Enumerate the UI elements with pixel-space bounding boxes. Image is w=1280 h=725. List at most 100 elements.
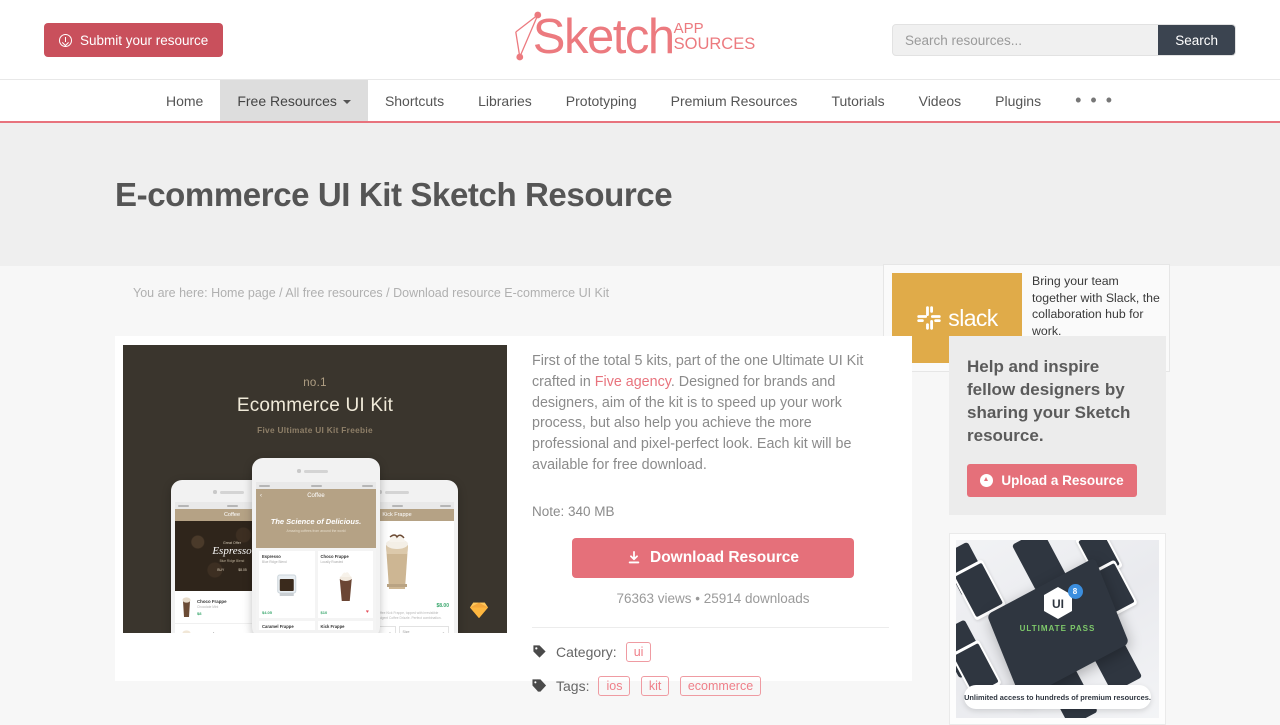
- item-sub: Chocolate Mint: [197, 604, 219, 609]
- camera-icon: [213, 490, 217, 494]
- status-bar: [256, 482, 376, 489]
- preview-subtitle: Five Ultimate UI Kit Freebie: [257, 425, 373, 435]
- logo-wordmark-wrap: Sketch: [515, 8, 675, 66]
- search-bar[interactable]: Search: [892, 24, 1236, 56]
- sketch-constellation-icon: [515, 11, 542, 61]
- five-agency-link[interactable]: Five agency: [595, 374, 671, 390]
- nav-item-shortcuts[interactable]: Shortcuts: [368, 80, 461, 121]
- nav-item-videos[interactable]: Videos: [902, 80, 979, 121]
- offer-title: Espresso: [212, 544, 252, 557]
- tag-pill-ios[interactable]: ios: [598, 675, 631, 696]
- category-pill-ui[interactable]: ui: [625, 641, 652, 662]
- nav-label: Tutorials: [831, 92, 885, 109]
- nav-item-free-resources[interactable]: Free Resources: [220, 80, 368, 121]
- nav-label: Prototyping: [565, 92, 637, 109]
- ultimate-pass-title: ULTIMATE PASS: [1019, 624, 1096, 633]
- camera-icon: [297, 469, 301, 473]
- nav-items: Home Free Resources Shortcuts Libraries …: [149, 80, 1131, 121]
- grid-item: Espresso Blue Ridge Blend $4.05: [259, 551, 315, 618]
- item-name: Caramel Frappe: [197, 632, 230, 634]
- item-name: Kick Frappe: [320, 624, 345, 629]
- list-item-text: Choco Frappe Chocolate Mint $8: [197, 599, 227, 616]
- nav-item-plugins[interactable]: Plugins: [978, 80, 1058, 121]
- phone-right-nav-title: Kick Frappe: [382, 512, 412, 518]
- phone-screen-center: ‹ Coffee The Science of Delicious. Amazi…: [256, 482, 376, 630]
- resource-card: no.1 Ecommerce UI Kit Five Ultimate UI K…: [115, 336, 912, 696]
- upload-resource-button[interactable]: Upload a Resource: [967, 464, 1137, 497]
- speaker-icon: [304, 470, 328, 473]
- phone-left-nav-title: Coffee: [223, 512, 241, 518]
- download-circle-icon: [59, 33, 72, 47]
- item-name: Choco Frappe: [320, 554, 349, 559]
- nav-label: Premium Resources: [670, 92, 798, 109]
- resource-note: Note: 340 MB: [532, 503, 615, 519]
- nav-more-icon[interactable]: • • •: [1058, 80, 1131, 121]
- tag-pill-ecommerce[interactable]: ecommerce: [679, 675, 762, 696]
- category-row: Category: ui: [532, 641, 892, 662]
- search-button[interactable]: Search: [1158, 25, 1235, 55]
- nav-item-prototyping[interactable]: Prototyping: [549, 80, 654, 121]
- site-logo[interactable]: Sketch APP SOURCES: [515, 8, 756, 70]
- sketch-diamond-icon: [470, 602, 488, 619]
- preview-number: no.1: [303, 377, 327, 389]
- tag-icon: [533, 645, 546, 658]
- frappe-icon: [386, 534, 408, 589]
- breadcrumb[interactable]: You are here: Home page / All free resou…: [133, 286, 609, 300]
- resource-details: First of the total 5 kits, part of the o…: [532, 351, 892, 696]
- speaker-icon: [385, 491, 409, 494]
- page-title: E-commerce UI Kit Sketch Resource: [115, 176, 673, 213]
- list-item-text: Caramel Frappe Decaf Colombia $7.05: [197, 632, 230, 634]
- nav-label: Libraries: [478, 92, 532, 109]
- section-divider: [532, 626, 889, 628]
- speaker-icon: [220, 491, 244, 494]
- resource-description: First of the total 5 kits, part of the o…: [532, 351, 892, 476]
- item-price: $10: [320, 610, 328, 615]
- nav-item-premium-resources[interactable]: Premium Resources: [654, 80, 815, 121]
- battery-icon: [440, 504, 451, 507]
- product-grid: Espresso Blue Ridge Blend $4.05 Choco Fr…: [256, 548, 376, 630]
- search-input[interactable]: [893, 25, 1159, 55]
- tags-row: Tags: ios kit ecommerce: [532, 675, 892, 696]
- tags-label: Tags:: [556, 677, 590, 694]
- espresso-icon: [277, 574, 297, 596]
- frappe-icon: [339, 572, 352, 601]
- nav-item-libraries[interactable]: Libraries: [461, 80, 549, 121]
- upload-circle-icon: [980, 474, 994, 487]
- battery-icon: [362, 484, 373, 487]
- nav-label: Plugins: [995, 92, 1042, 109]
- download-resource-label: Download Resource: [650, 548, 799, 566]
- offer-buy-button: BUY: [217, 567, 225, 572]
- nav-item-home[interactable]: Home: [149, 80, 220, 121]
- drink-icon: [182, 597, 191, 617]
- ultimate-pass-caption: Unlimited access to hundreds of premium …: [964, 685, 1151, 709]
- signal-icon: [259, 484, 270, 487]
- item-name: Espresso: [262, 554, 281, 559]
- chevron-down-icon: ⌄: [388, 629, 392, 634]
- item-price: $8: [197, 610, 202, 616]
- chevron-down-icon: [342, 99, 351, 104]
- product-price: $8.00: [436, 603, 449, 609]
- svg-text:UI: UI: [1052, 597, 1064, 611]
- size-select: Size ⌄: [398, 626, 449, 634]
- favorite-icon: ♥: [366, 609, 369, 615]
- clock-text: [226, 504, 238, 507]
- tag-pill-kit[interactable]: kit: [640, 675, 670, 696]
- nav-item-tutorials[interactable]: Tutorials: [814, 80, 901, 121]
- nav-label: Videos: [918, 92, 962, 109]
- clock-text: [310, 484, 322, 487]
- chevron-down-icon: ⌄: [441, 629, 445, 634]
- submit-resource-button[interactable]: Submit your resource: [44, 23, 224, 57]
- ultimate-pass-promo[interactable]: UI 8 ULTIMATE PASS Unlimited access to h…: [949, 533, 1166, 725]
- download-resource-button[interactable]: Download Resource: [572, 537, 854, 578]
- logo-sources-text: SOURCES: [673, 35, 756, 53]
- ui-badge: 8: [1067, 584, 1083, 599]
- clock-text: [391, 504, 403, 507]
- grid-item: Choco Frappe Locally Roasted $10 ♥: [317, 551, 373, 618]
- upload-promo-title: Help and inspire fellow designers by sha…: [967, 357, 1131, 445]
- back-icon: ‹: [260, 492, 262, 499]
- logo-app-text: APP: [673, 20, 704, 37]
- resource-preview-image[interactable]: no.1 Ecommerce UI Kit Five Ultimate UI K…: [123, 345, 507, 633]
- main-content: no.1 Ecommerce UI Kit Five Ultimate UI K…: [0, 314, 1280, 725]
- offer-price: $8.05: [238, 567, 247, 572]
- phone-mockup-center: ‹ Coffee The Science of Delicious. Amazi…: [252, 458, 380, 633]
